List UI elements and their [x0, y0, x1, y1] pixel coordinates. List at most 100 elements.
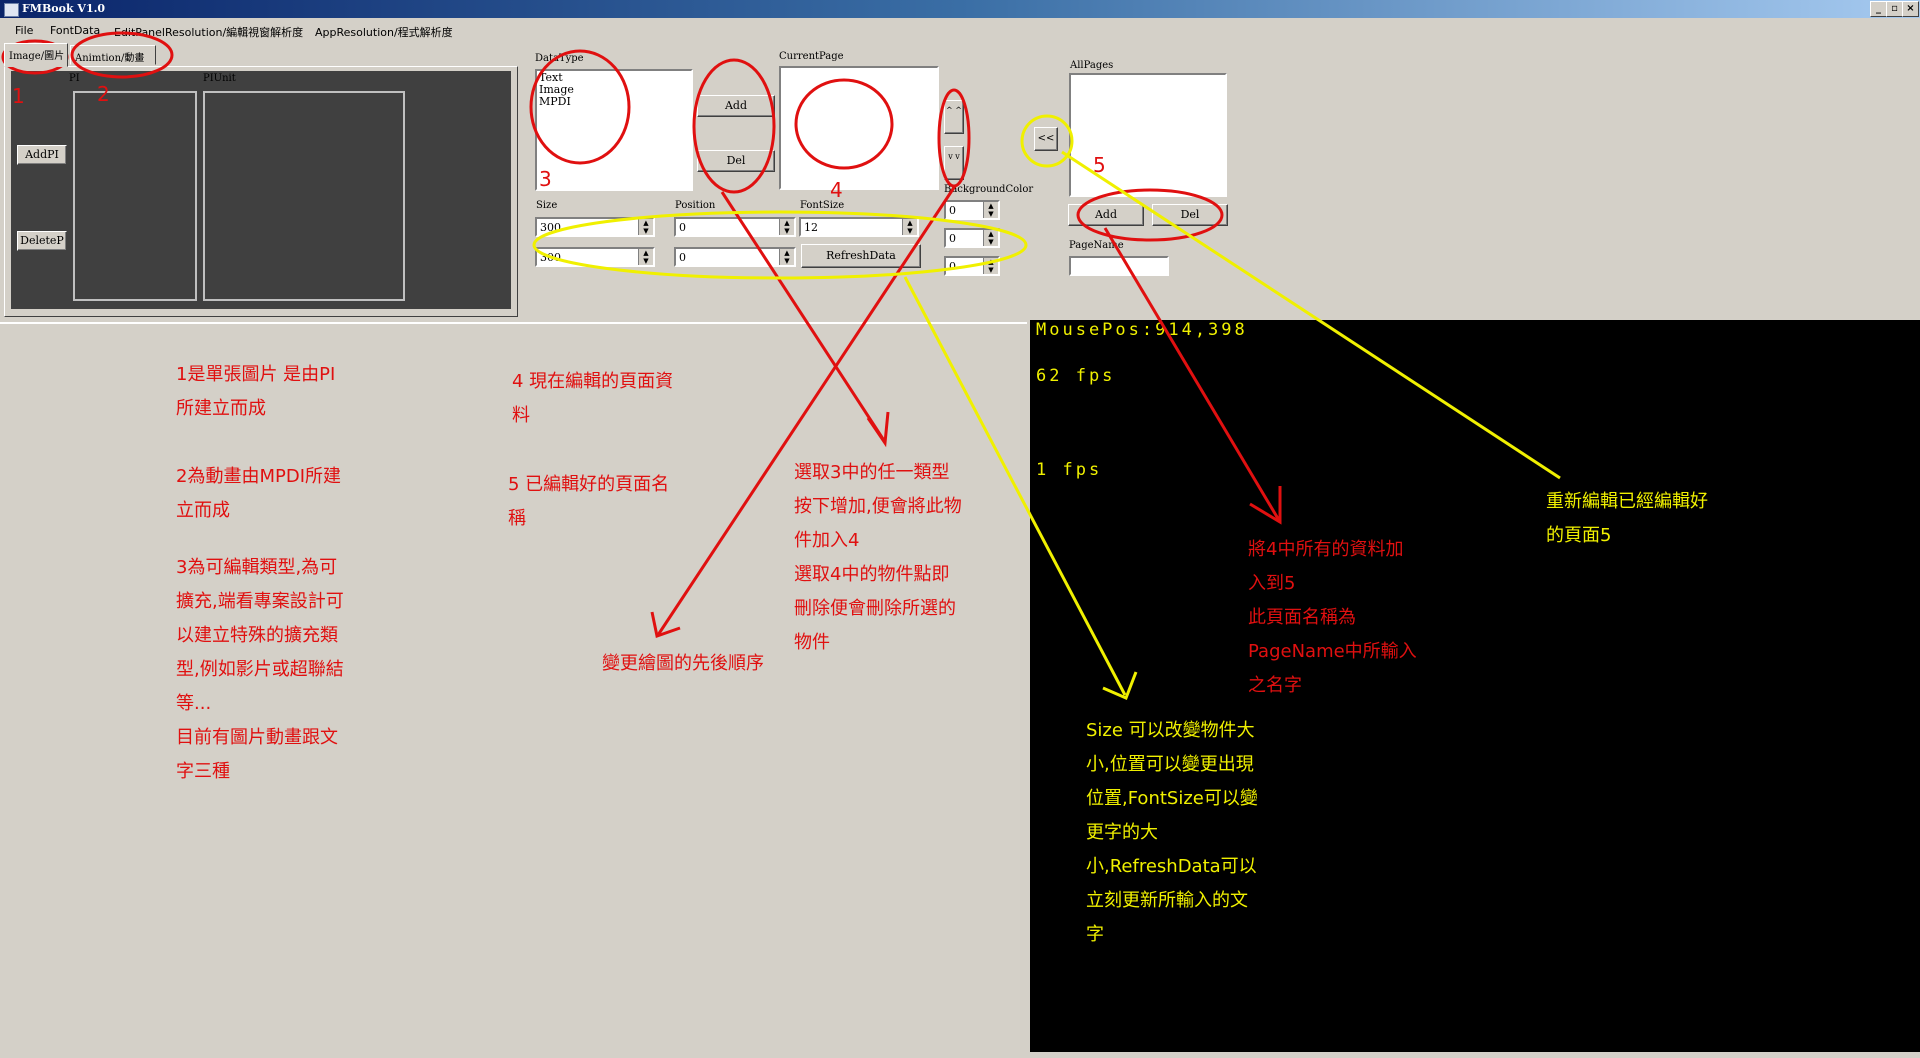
spin-icon[interactable]: ▲ ▼: [983, 202, 998, 218]
allpages-list[interactable]: [1069, 73, 1227, 197]
note-5: 5 已編輯好的頁面名 稱: [508, 468, 669, 536]
spin-icon[interactable]: ▲ ▼: [779, 219, 794, 235]
tab-animation[interactable]: Animtion/動畫: [70, 45, 156, 65]
minimize-button[interactable]: _: [1870, 1, 1887, 17]
datatype-list[interactable]: Text Image MPDI: [535, 69, 693, 191]
move-up-button[interactable]: ^ ^: [944, 100, 964, 134]
note-line: 小,RefreshData可以: [1086, 856, 1257, 877]
spin-icon[interactable]: ▲ ▼: [638, 219, 653, 235]
close-button[interactable]: ×: [1902, 1, 1919, 17]
note-line: 的頁面5: [1546, 525, 1612, 546]
pi-list[interactable]: [73, 91, 197, 301]
position-y-field[interactable]: 0 ▲ ▼: [674, 247, 796, 267]
currentpage-list[interactable]: [779, 66, 939, 190]
note-line: 稱: [508, 508, 526, 529]
note-line: 等...: [176, 693, 212, 714]
spin-icon[interactable]: ▲ ▼: [983, 258, 998, 274]
position-y-value: 0: [679, 251, 686, 264]
datatype-item[interactable]: MPDI: [539, 96, 689, 108]
spin-icon[interactable]: ▲ ▼: [983, 230, 998, 246]
menu-editpanel-resolution[interactable]: EditPanelResolution/編輯視窗解析度: [114, 24, 303, 40]
note-line: 型,例如影片或超聯結: [176, 659, 344, 680]
note-line: 小,位置可以變更出現: [1086, 754, 1254, 775]
note-line: 5 已編輯好的頁面名: [508, 474, 670, 495]
note-line: 將4中所有的資料加: [1248, 539, 1404, 560]
note-line: 字: [1086, 924, 1104, 945]
app-icon: [4, 3, 19, 17]
allpages-del-button[interactable]: Del: [1152, 204, 1228, 226]
size-width-field[interactable]: 300 ▲ ▼: [535, 217, 655, 237]
note-line: 以建立特殊的擴充類: [176, 625, 338, 646]
circle-add-del: [692, 58, 776, 194]
pi-editor-panel: PI PIUnit AddPI DeleteP: [11, 71, 511, 309]
size-label: Size: [536, 200, 558, 211]
menu-app-resolution[interactable]: AppResolution/程式解析度: [315, 24, 453, 40]
note-line: 料: [512, 405, 530, 426]
bgcolor-r-value: 0: [949, 204, 956, 217]
note-line: 物件: [794, 632, 830, 653]
note-1: 1是單張圖片 是由PI 所建立而成: [176, 358, 335, 426]
size-width-value: 300: [540, 221, 561, 234]
spin-icon[interactable]: ▲ ▼: [902, 219, 917, 235]
note-line: 重新編輯已經編輯好: [1546, 491, 1708, 512]
window-title: FMBook V1.0: [22, 2, 106, 15]
move-down-button[interactable]: v v: [944, 146, 964, 180]
note-reedit-page: 重新編輯已經編輯好 的頁面5: [1546, 485, 1708, 553]
menu-fontdata[interactable]: FontData: [50, 24, 100, 37]
note-line: 所建立而成: [176, 398, 266, 419]
note-line: 2為動畫由MPDI所建: [176, 466, 342, 487]
note-line: 立而成: [176, 500, 230, 521]
bgcolor-g-field[interactable]: 0 ▲ ▼: [944, 228, 1000, 248]
position-label: Position: [675, 200, 716, 211]
allpages-add-button[interactable]: Add: [1068, 204, 1144, 226]
datatype-add-button[interactable]: Add: [697, 95, 775, 117]
note-2: 2為動畫由MPDI所建 立而成: [176, 460, 341, 528]
note-line: 選取4中的物件點即: [794, 564, 950, 585]
note-line: Size 可以改變物件大: [1086, 720, 1255, 741]
marker-5: 5: [1093, 153, 1106, 177]
bgcolor-r-field[interactable]: 0 ▲ ▼: [944, 200, 1000, 220]
edit-page-back-button[interactable]: <<: [1034, 127, 1058, 151]
note-line: 此頁面名稱為: [1248, 607, 1356, 628]
piunit-label: PIUnit: [203, 73, 236, 84]
position-x-field[interactable]: 0 ▲ ▼: [674, 217, 796, 237]
note-line: 擴充,端看專案設計可: [176, 591, 344, 612]
allpages-label: AllPages: [1070, 60, 1114, 71]
datatype-del-button[interactable]: Del: [697, 150, 775, 172]
note-line: 入到5: [1248, 573, 1296, 594]
marker-2: 2: [97, 82, 110, 106]
size-height-value: 300: [540, 251, 561, 264]
note-line: PageName中所輸入: [1248, 641, 1417, 662]
piunit-list[interactable]: [203, 91, 405, 301]
note-add-to-allpages: 將4中所有的資料加 入到5 此頁面名稱為 PageName中所輸入 之名字: [1248, 533, 1417, 703]
pi-label: PI: [69, 73, 80, 84]
note-line: 4 現在編輯的頁面資: [512, 371, 674, 392]
note-size-position-font: Size 可以改變物件大 小,位置可以變更出現 位置,FontSize可以變 更…: [1086, 714, 1258, 952]
mouse-position-readout: MousePos:914,398: [1036, 320, 1248, 340]
menu-bar: File FontData EditPanelResolution/編輯視窗解析…: [0, 18, 1920, 42]
bgcolor-b-value: 0: [949, 260, 956, 273]
image-tab-panel: PI PIUnit AddPI DeleteP: [4, 66, 518, 317]
note-3: 3為可編輯類型,為可 擴充,端看專案設計可 以建立特殊的擴充類 型,例如影片或超…: [176, 551, 344, 789]
spin-icon[interactable]: ▲ ▼: [638, 249, 653, 265]
bgcolor-b-field[interactable]: 0 ▲ ▼: [944, 256, 1000, 276]
pagename-label: PageName: [1069, 240, 1124, 251]
menu-file[interactable]: File: [15, 24, 33, 37]
currentpage-label: CurrentPage: [779, 51, 844, 62]
delete-p-button[interactable]: DeleteP: [17, 231, 67, 251]
note-line: 立刻更新所輸入的文: [1086, 890, 1248, 911]
note-add-del: 選取3中的任一類型 按下增加,便會將此物 件加入4 選取4中的物件點即 刪除便會…: [794, 456, 962, 660]
size-height-field[interactable]: 300 ▲ ▼: [535, 247, 655, 267]
tab-image[interactable]: Image/圖片: [4, 43, 68, 67]
restore-button[interactable]: ▫: [1886, 1, 1903, 17]
title-bar: FMBook V1.0 _ ▫ ×: [0, 0, 1920, 18]
add-pi-button[interactable]: AddPI: [17, 145, 67, 165]
pagename-input[interactable]: [1069, 256, 1169, 276]
note-line: 件加入4: [794, 530, 860, 551]
spin-icon[interactable]: ▲ ▼: [779, 249, 794, 265]
fontsize-field[interactable]: 12 ▲ ▼: [799, 217, 919, 237]
note-line: 3為可編輯類型,為可: [176, 557, 338, 578]
refresh-data-button[interactable]: RefreshData: [801, 244, 921, 268]
marker-1: 1: [12, 84, 25, 108]
note-line: 位置,FontSize可以變: [1086, 788, 1258, 809]
